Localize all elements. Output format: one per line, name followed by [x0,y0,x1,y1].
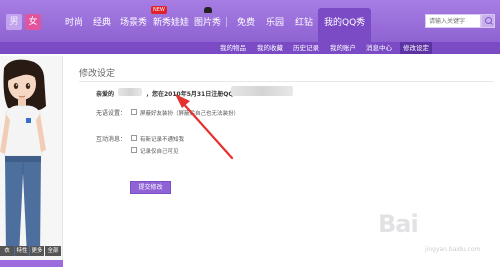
nav-paradise[interactable]: 乐园 [266,15,284,28]
avatar-tab-more[interactable]: 更多 [30,246,44,256]
nav-classic[interactable]: 经典 [93,15,111,28]
submit-button[interactable]: 提交修改 [130,181,171,194]
self-only-checkbox[interactable] [131,147,137,153]
redacted-username [118,88,142,96]
baidu-watermark: Bai [378,210,419,238]
page-title: 修改设定 [79,69,116,79]
hide-friend-outfit-text: 屏蔽好友装扮（屏蔽后自己也无法装扮） [140,111,240,117]
nav-scene-show[interactable]: 场景秀 [120,15,147,28]
nav-fashion[interactable]: 时尚 [65,15,83,28]
nav-divider [226,17,227,27]
nav-new-doll[interactable]: 新秀娃娃 [153,15,189,28]
avatar-figure [0,59,46,256]
registration-info: ，您在2010年5月31日注册QQ [146,91,234,98]
hide-friend-outfit-checkbox[interactable] [131,109,137,115]
redacted-qq-number [231,86,293,96]
no-notify-checkbox[interactable] [131,135,137,141]
search-input[interactable] [425,14,481,28]
nav-red-diamond[interactable]: 红钻 [295,15,313,28]
nav-free[interactable]: 免费 [237,15,255,28]
self-only-text: 记录仅自己可见 [140,149,179,155]
subnav-my-favorites[interactable]: 我的收藏 [257,42,283,54]
gender-female-button[interactable]: 女 [25,14,41,30]
dear-label: 亲爱的 [96,91,115,98]
interaction-message-label: 互动消息： [96,136,127,143]
panel-bottom-strip [0,260,63,267]
search-icon[interactable] [481,14,495,28]
no-notify-text: 有新记录不通知我 [140,137,185,143]
avatar-tab-all[interactable]: 全部 [45,246,61,256]
hat-icon [204,7,212,13]
baidu-watermark-url: jingyan.baidu.com [425,246,481,253]
subnav-my-items[interactable]: 我的物品 [220,42,246,54]
avatar-tab-clothes[interactable]: 衣 [0,246,14,256]
new-badge: NEW [151,6,167,14]
avatar-panel [0,56,63,267]
gender-male-button[interactable]: 男 [6,14,22,30]
visibility-setting-label: 无语设置： [96,110,127,117]
nav-picture-show[interactable]: 图片秀 [194,15,221,28]
avatar-tab-feature[interactable]: 特性 [15,246,29,256]
nav-my-qq-show[interactable]: 我的QQ秀 [318,8,372,42]
subnav-message-center[interactable]: 消息中心 [366,42,392,54]
subnav-my-account[interactable]: 我的账户 [330,42,356,54]
subnav-modify-settings[interactable]: 修改设定 [400,42,432,54]
subnav-history[interactable]: 历史记录 [293,42,319,54]
title-divider [79,81,494,82]
